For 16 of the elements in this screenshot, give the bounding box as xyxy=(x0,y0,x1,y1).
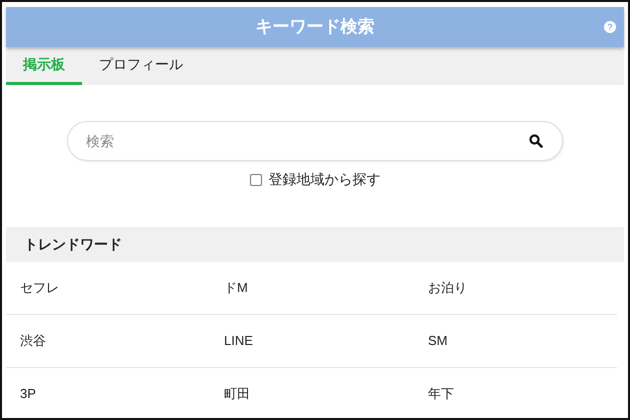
keyword-link[interactable]: SM xyxy=(428,331,448,351)
page-title: キーワード検索 xyxy=(256,16,374,38)
keyword-link[interactable]: 町田 xyxy=(224,384,250,404)
keyword-link[interactable]: 3P xyxy=(20,384,36,404)
search-icon[interactable] xyxy=(529,134,543,148)
checkbox-label: 登録地域から探す xyxy=(268,170,380,189)
tab[interactable]: プロフィール xyxy=(82,47,200,85)
keyword-link[interactable]: LINE xyxy=(224,331,253,351)
keyword-link[interactable]: お泊り xyxy=(428,278,467,298)
search-field[interactable]: 検索 xyxy=(67,121,563,161)
keyword-link[interactable]: 年下 xyxy=(428,384,454,404)
keyword-link[interactable]: セフレ xyxy=(20,278,59,298)
keyword-link[interactable]: ドM xyxy=(224,278,248,298)
keyword-link[interactable]: 渋谷 xyxy=(20,331,46,351)
section-title: トレンドワード xyxy=(6,227,624,262)
checkbox[interactable] xyxy=(250,174,262,186)
